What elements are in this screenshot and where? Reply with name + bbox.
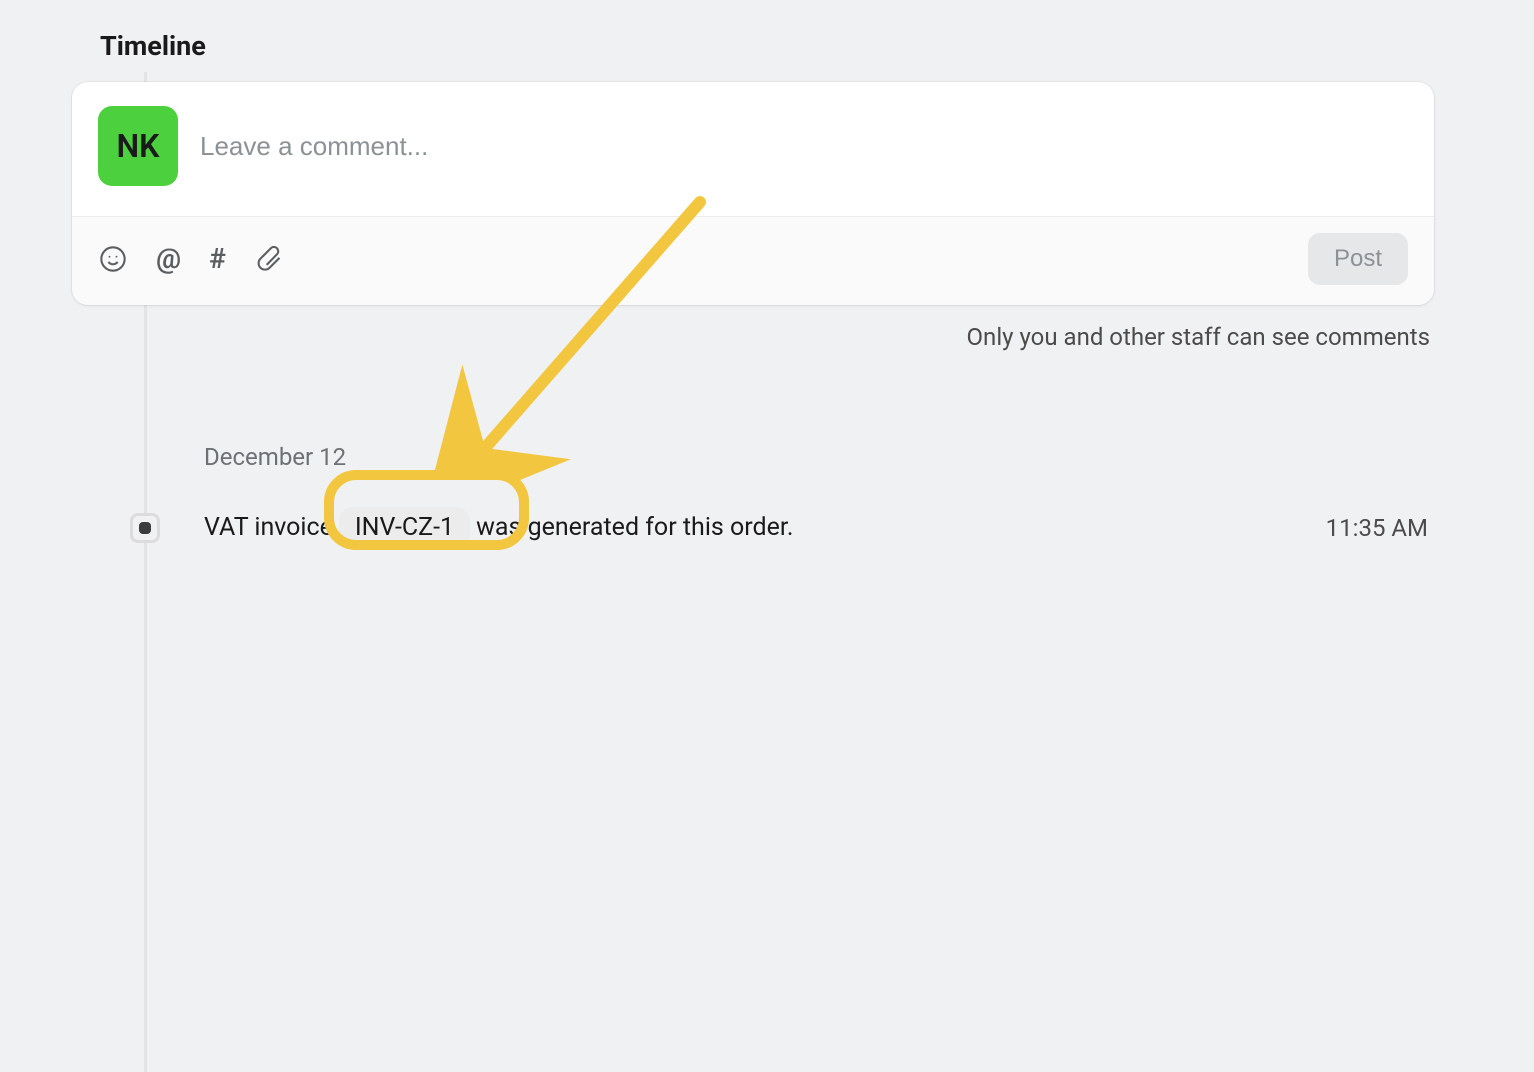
- timeline-item-time: 11:35 AM: [1326, 514, 1434, 542]
- comment-toolbar: @ # Post: [72, 216, 1434, 305]
- invoice-badge[interactable]: INV-CZ-1: [339, 507, 470, 548]
- item-text-before: VAT invoice: [204, 513, 333, 542]
- timeline-marker: [130, 513, 160, 543]
- timeline-date: December 12: [204, 443, 1434, 471]
- timeline-item-text: VAT invoice INV-CZ-1 was generated for t…: [204, 507, 1326, 548]
- emoji-icon[interactable]: [98, 244, 128, 274]
- avatar: NK: [98, 106, 178, 186]
- timeline-item: VAT invoice INV-CZ-1 was generated for t…: [100, 507, 1434, 548]
- item-text-after: was generated for this order.: [476, 513, 793, 542]
- hashtag-icon[interactable]: #: [209, 245, 226, 273]
- post-button[interactable]: Post: [1308, 233, 1408, 285]
- comment-input[interactable]: [200, 131, 1408, 162]
- comment-card: NK @ # Post: [72, 82, 1434, 305]
- section-title: Timeline: [100, 30, 1434, 62]
- mention-icon[interactable]: @: [156, 245, 181, 273]
- timeline-body: December 12 VAT invoice INV-CZ-1 was gen…: [100, 443, 1434, 548]
- visibility-note: Only you and other staff can see comment…: [100, 323, 1434, 351]
- toolbar-icon-group: @ #: [98, 244, 284, 274]
- comment-input-row: NK: [72, 82, 1434, 216]
- attach-icon[interactable]: [254, 244, 284, 274]
